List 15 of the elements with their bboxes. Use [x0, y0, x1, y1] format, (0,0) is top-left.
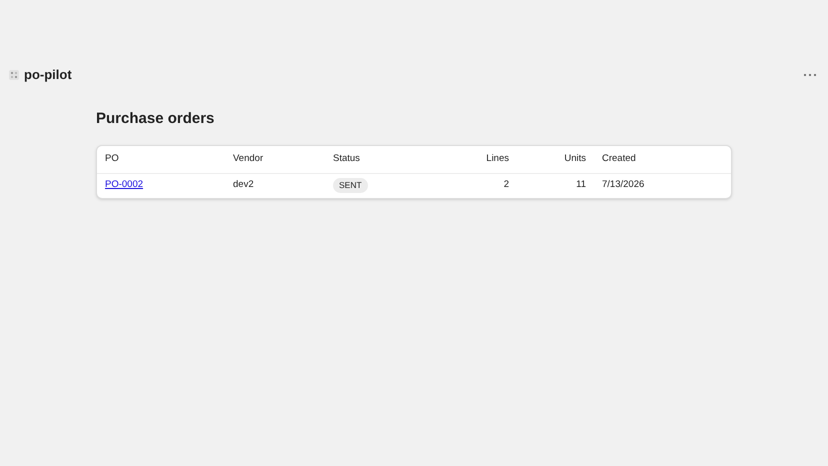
created-cell: 7/13/2026 — [602, 179, 644, 190]
column-header: PO — [105, 152, 119, 164]
vendor-cell: dev2 — [233, 179, 254, 190]
app-name: po-pilot — [24, 66, 72, 84]
lines-cell: 2 — [504, 179, 509, 190]
units-cell: 11 — [576, 179, 586, 190]
column-header: Lines — [486, 152, 509, 164]
column-header: Created — [602, 152, 636, 164]
order-link[interactable]: PO-0002 — [105, 179, 144, 190]
column-header: Units — [564, 152, 586, 164]
page-title: Purchase orders — [96, 108, 216, 128]
column-header: Vendor — [233, 152, 264, 164]
status-badge: SENT — [333, 178, 368, 193]
column-header: Status — [333, 152, 360, 164]
logo-icon — [9, 70, 19, 80]
